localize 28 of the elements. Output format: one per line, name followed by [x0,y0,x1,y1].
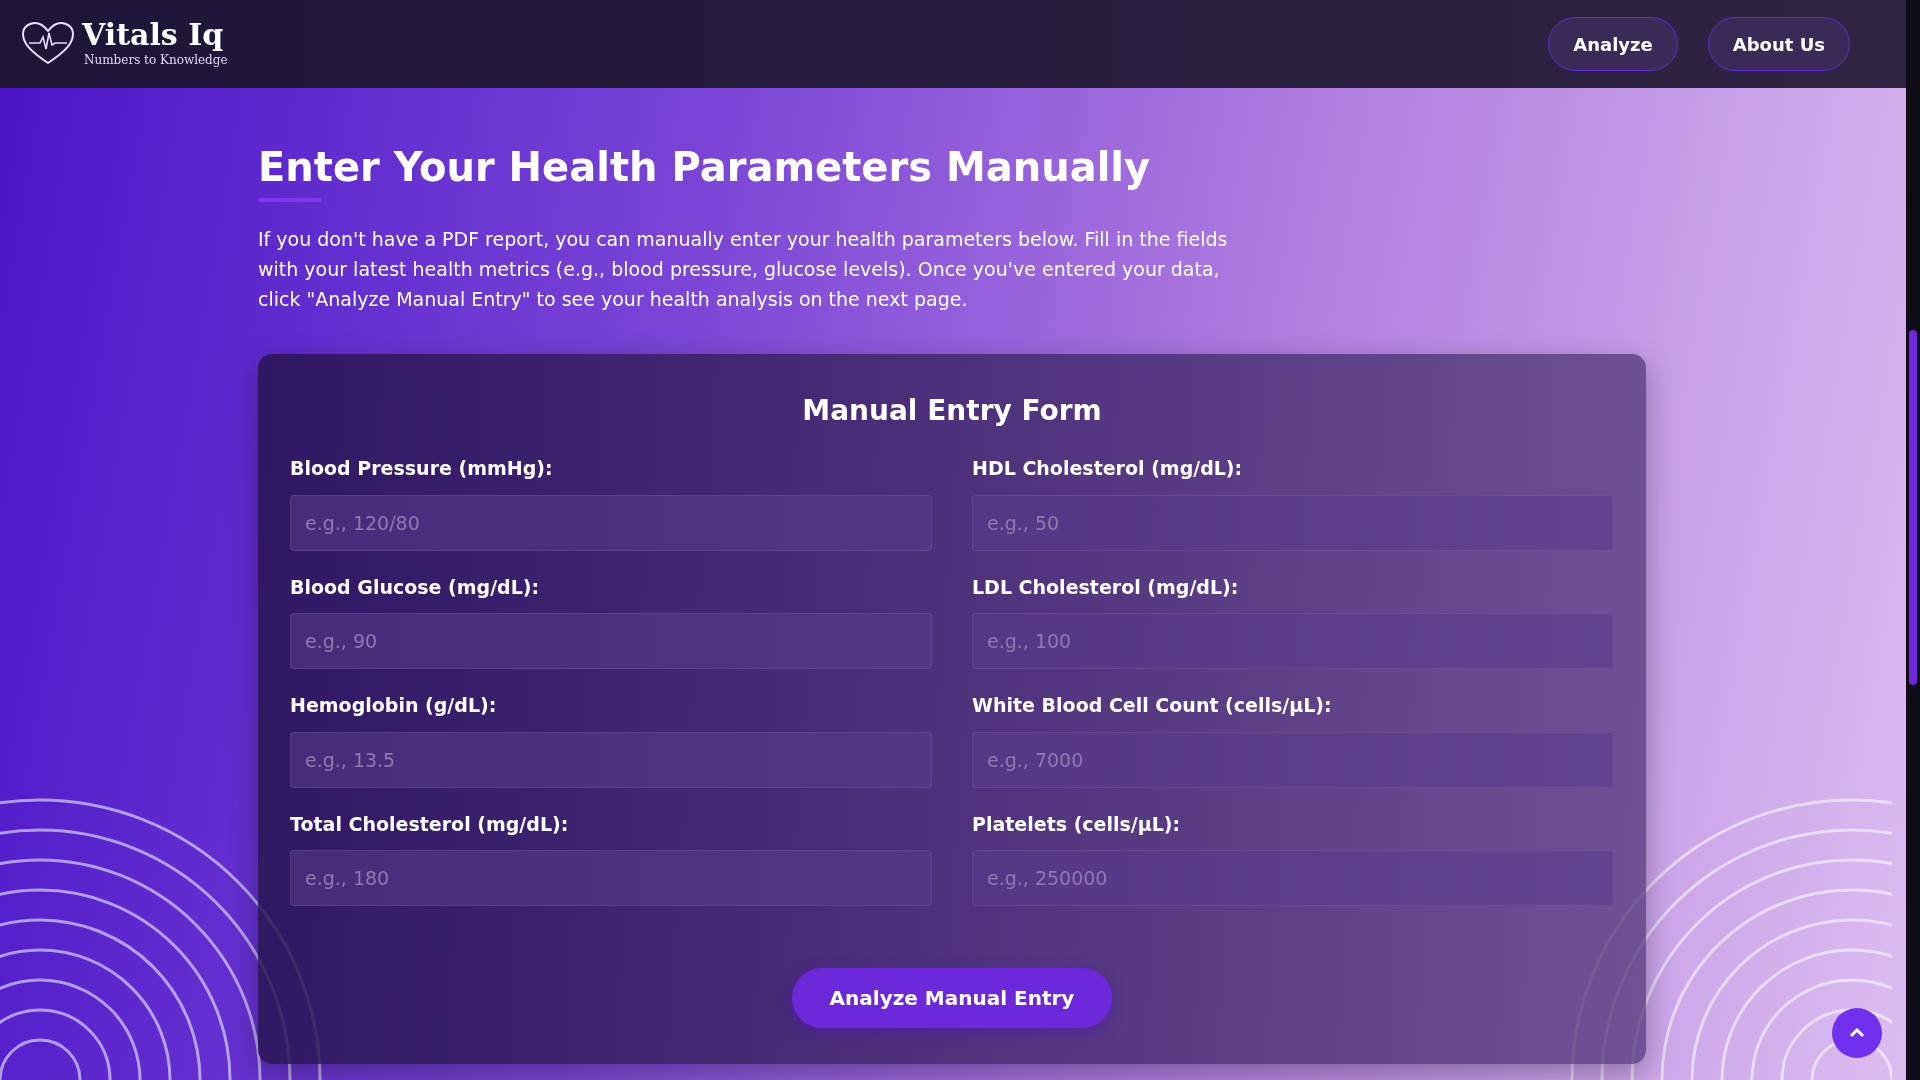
scrollbar-thumb[interactable] [1909,330,1917,685]
brand-name: Vitals Iq [82,19,225,51]
input-field[interactable]: e.g., 90 [290,613,932,669]
field-label: Hemoglobin (g/dL): [290,693,498,718]
input-field[interactable]: e.g., 120/80 [290,494,932,551]
input-field[interactable]: e.g., 100 [972,613,1614,669]
page-title: Enter Your Health Parameters Manually [258,143,1152,192]
input-field[interactable]: e.g., 7000 [972,731,1614,788]
input-field[interactable]: e.g., 50 [972,494,1614,551]
scroll-top-button[interactable] [1832,1008,1882,1058]
field-label: Platelets (cells/µL): [972,811,1182,837]
form-title: Manual Entry Form [801,393,1103,429]
input-field[interactable]: e.g., 13.5 [290,731,932,788]
nav-button[interactable]: About Us [1707,17,1850,71]
field-label: LDL Cholesterol (mg/dL): [972,574,1240,600]
field-label: HDL Cholesterol (mg/dL): [972,456,1244,481]
input-field[interactable]: e.g., 250000 [972,850,1614,906]
chevron-up-icon [1849,1028,1865,1038]
submit-button[interactable]: Analyze Manual Entry [791,968,1113,1028]
heart-pulse-icon [20,21,76,67]
field-label: Blood Glucose (mg/dL): [290,574,541,600]
field-label: Blood Pressure (mmHg): [290,456,554,481]
brand-tagline: Numbers to Knowledge [84,52,228,69]
field-label: Total Cholesterol (mg/dL): [290,811,570,837]
input-field[interactable]: e.g., 180 [290,850,932,906]
intro-paragraph: If you don't have a PDF report, you can manually enter your health parameters below. Fill in the fields with your latest health metrics (e.g., blood pressure, glucose levels). Once you've entered your data, click "Analyze Manual Entry" to see your health analysis on the next page. [258,227,1229,312]
nav-button[interactable]: Analyze [1548,17,1678,71]
field-label: White Blood Cell Count (cells/µL): [972,693,1333,718]
